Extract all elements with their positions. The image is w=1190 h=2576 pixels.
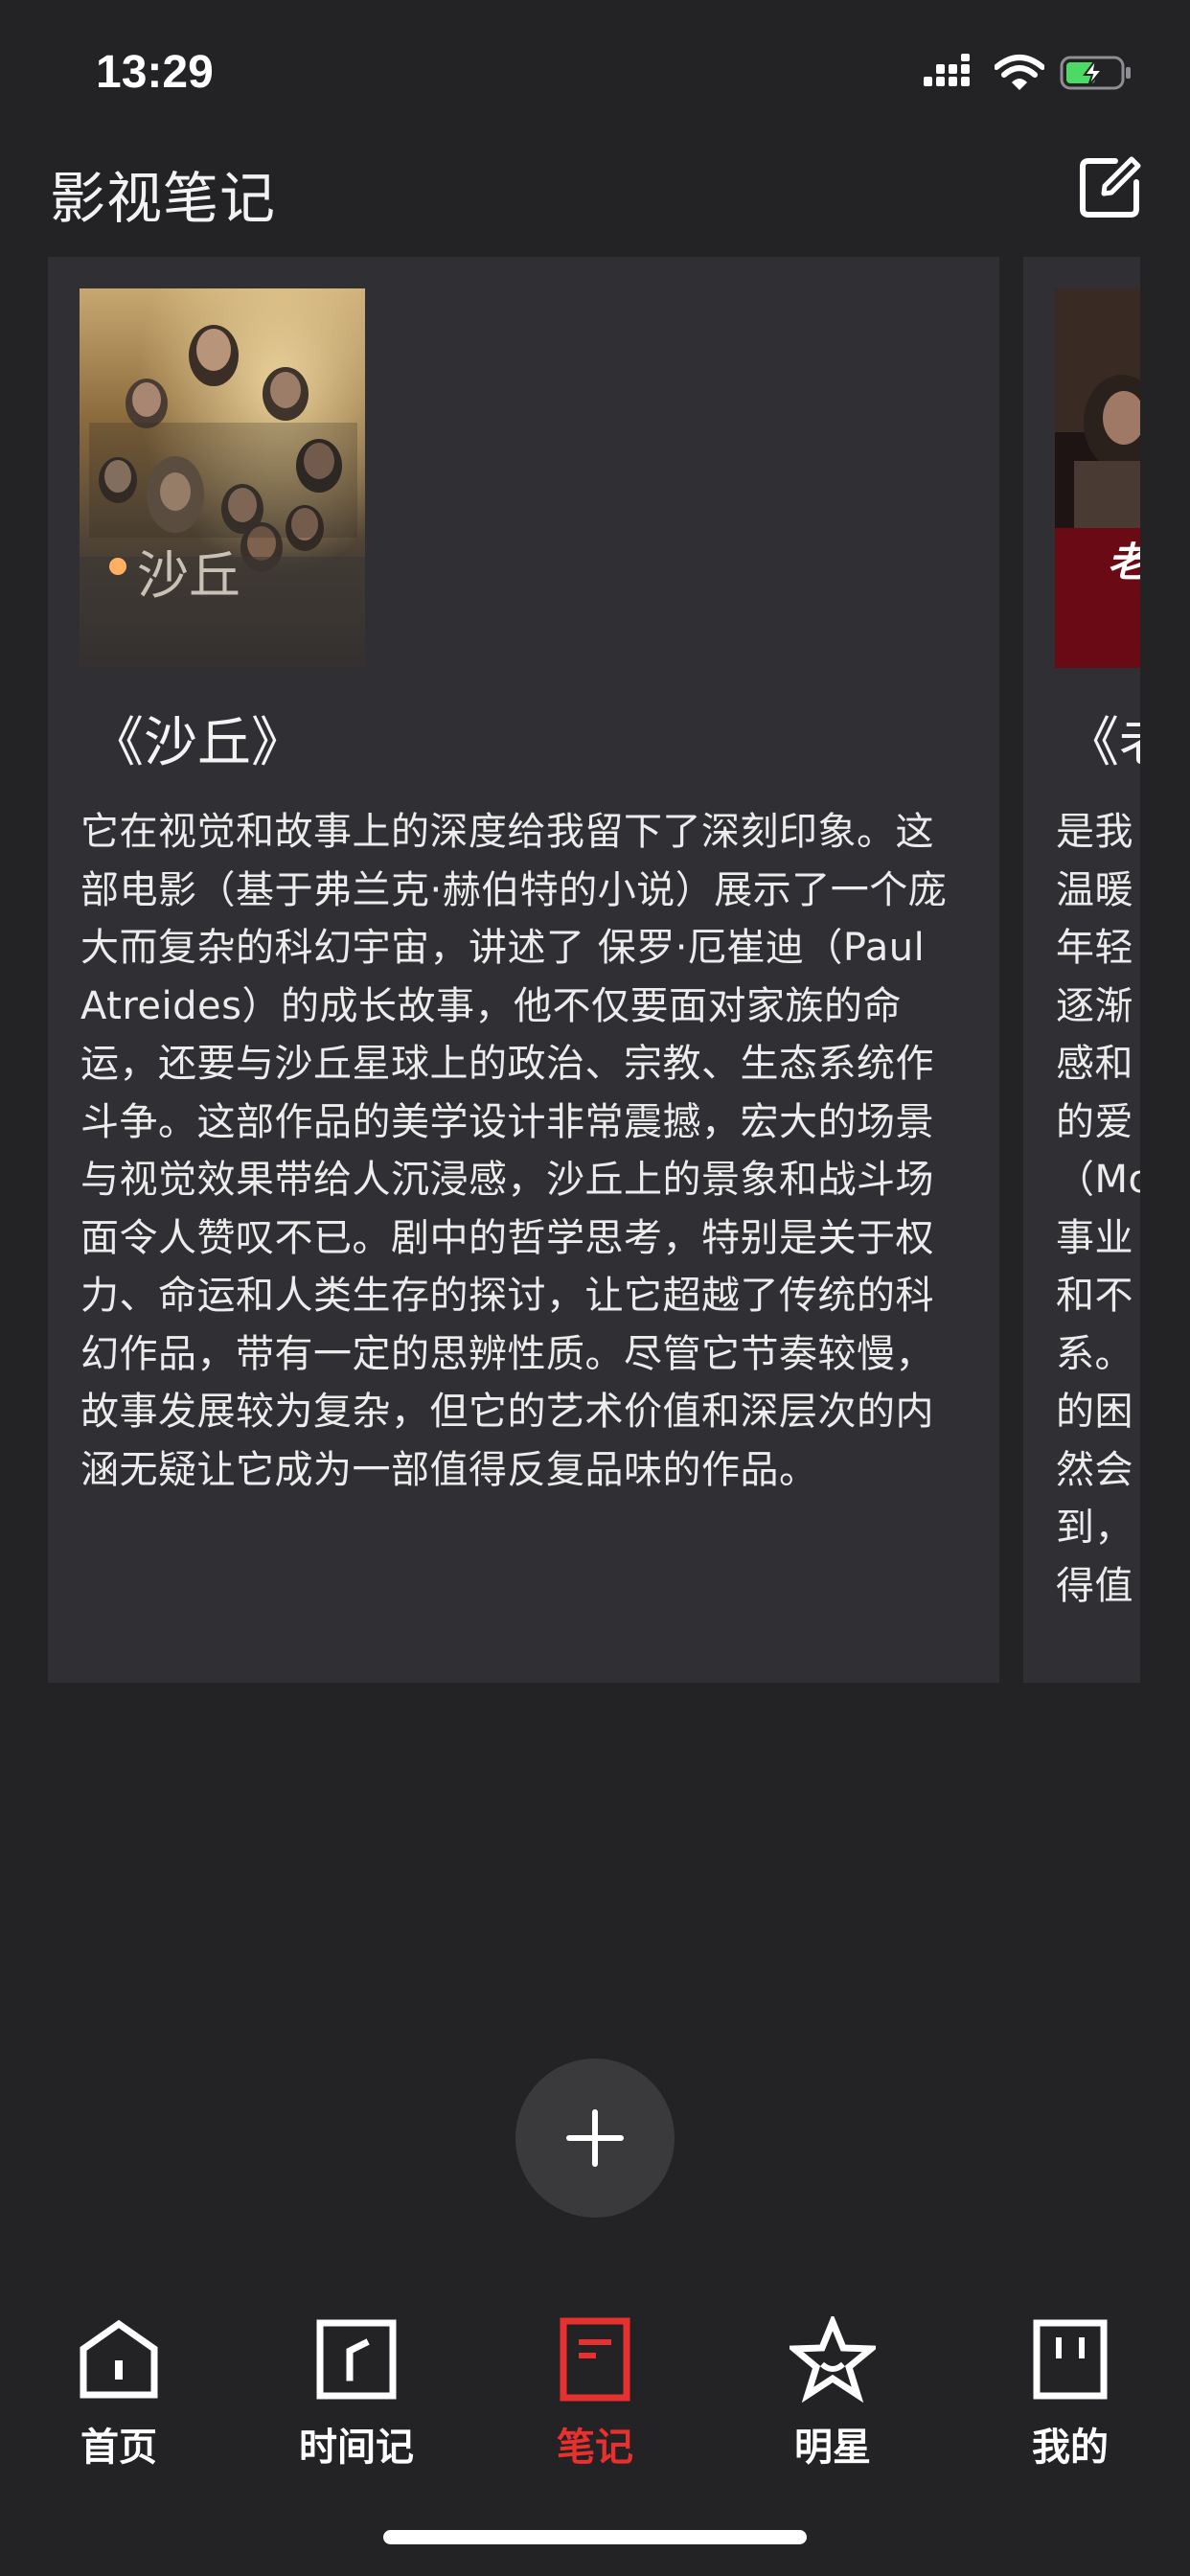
edit-square-icon[interactable] xyxy=(1079,155,1142,218)
timeline-icon xyxy=(316,2319,397,2400)
note-title: 《沙丘》 xyxy=(90,712,305,774)
tab-bar: 首页 时间记 笔记 明星 我的 xyxy=(0,2295,1190,2487)
app-header: 影视笔记 xyxy=(0,144,1190,259)
tab-home[interactable]: 首页 xyxy=(33,2295,205,2470)
note-body: 它在视觉和故事上的深度给我留下了深刻印象。这部电影（基于弗兰克·赫伯特的小说）展… xyxy=(80,810,948,1492)
note-card[interactable]: 老 《老 是我 温暖 年轻 逐渐 感和 的爱 （Mo 事业 和不 系。 的困 然… xyxy=(1023,257,1140,1683)
home-icon xyxy=(80,2319,158,2399)
app-screen: 13:29 影视笔记 沙丘 《沙丘》 它在视觉和故事上的深度给我留下了深刻印象。… xyxy=(0,0,1190,2576)
tab-timeline[interactable]: 时间记 xyxy=(270,2295,443,2470)
poster-artwork: 沙丘 xyxy=(80,288,365,668)
battery-charging-icon xyxy=(1060,56,1131,90)
note-card[interactable]: 沙丘 《沙丘》 它在视觉和故事上的深度给我留下了深刻印象。这部电影（基于弗兰克·… xyxy=(48,257,999,1683)
tab-stars[interactable]: 明星 xyxy=(746,2295,919,2470)
wifi-icon xyxy=(995,55,1044,90)
poster-title-text: 老 xyxy=(1108,539,1140,586)
tab-home-label: 首页 xyxy=(80,2426,157,2470)
movie-poster[interactable]: 老 xyxy=(1055,288,1140,668)
note-body: 是我 温暖 年轻 逐渐 感和 的爱 （Mo 事业 和不 系。 的困 然会 到， … xyxy=(1056,810,1140,1608)
add-note-button[interactable] xyxy=(515,2058,675,2218)
profile-icon xyxy=(1033,2319,1108,2400)
note-icon xyxy=(560,2317,630,2402)
notes-carousel[interactable]: 沙丘 《沙丘》 它在视觉和故事上的深度给我留下了深刻印象。这部电影（基于弗兰克·… xyxy=(0,257,1140,1685)
status-bar: 13:29 xyxy=(0,0,1190,144)
movie-poster[interactable]: 沙丘 xyxy=(80,288,365,668)
poster-artwork: 老 xyxy=(1055,288,1140,668)
tab-profile[interactable]: 我的 xyxy=(984,2295,1156,2470)
poster-title-text: 沙丘 xyxy=(137,545,240,606)
tab-notes-label: 笔记 xyxy=(557,2426,633,2470)
plus-icon xyxy=(566,2109,624,2167)
star-icon xyxy=(790,2316,876,2403)
signal-icon xyxy=(924,54,970,86)
tab-notes[interactable]: 笔记 xyxy=(509,2295,681,2470)
tab-stars-label: 明星 xyxy=(794,2426,871,2470)
note-title: 《老 xyxy=(1065,712,1140,774)
tab-profile-label: 我的 xyxy=(1032,2426,1109,2470)
home-indicator[interactable] xyxy=(383,2530,807,2544)
page-title: 影视笔记 xyxy=(50,166,277,231)
tab-timeline-label: 时间记 xyxy=(299,2426,414,2470)
status-time: 13:29 xyxy=(96,47,214,98)
status-icons xyxy=(924,54,1133,92)
